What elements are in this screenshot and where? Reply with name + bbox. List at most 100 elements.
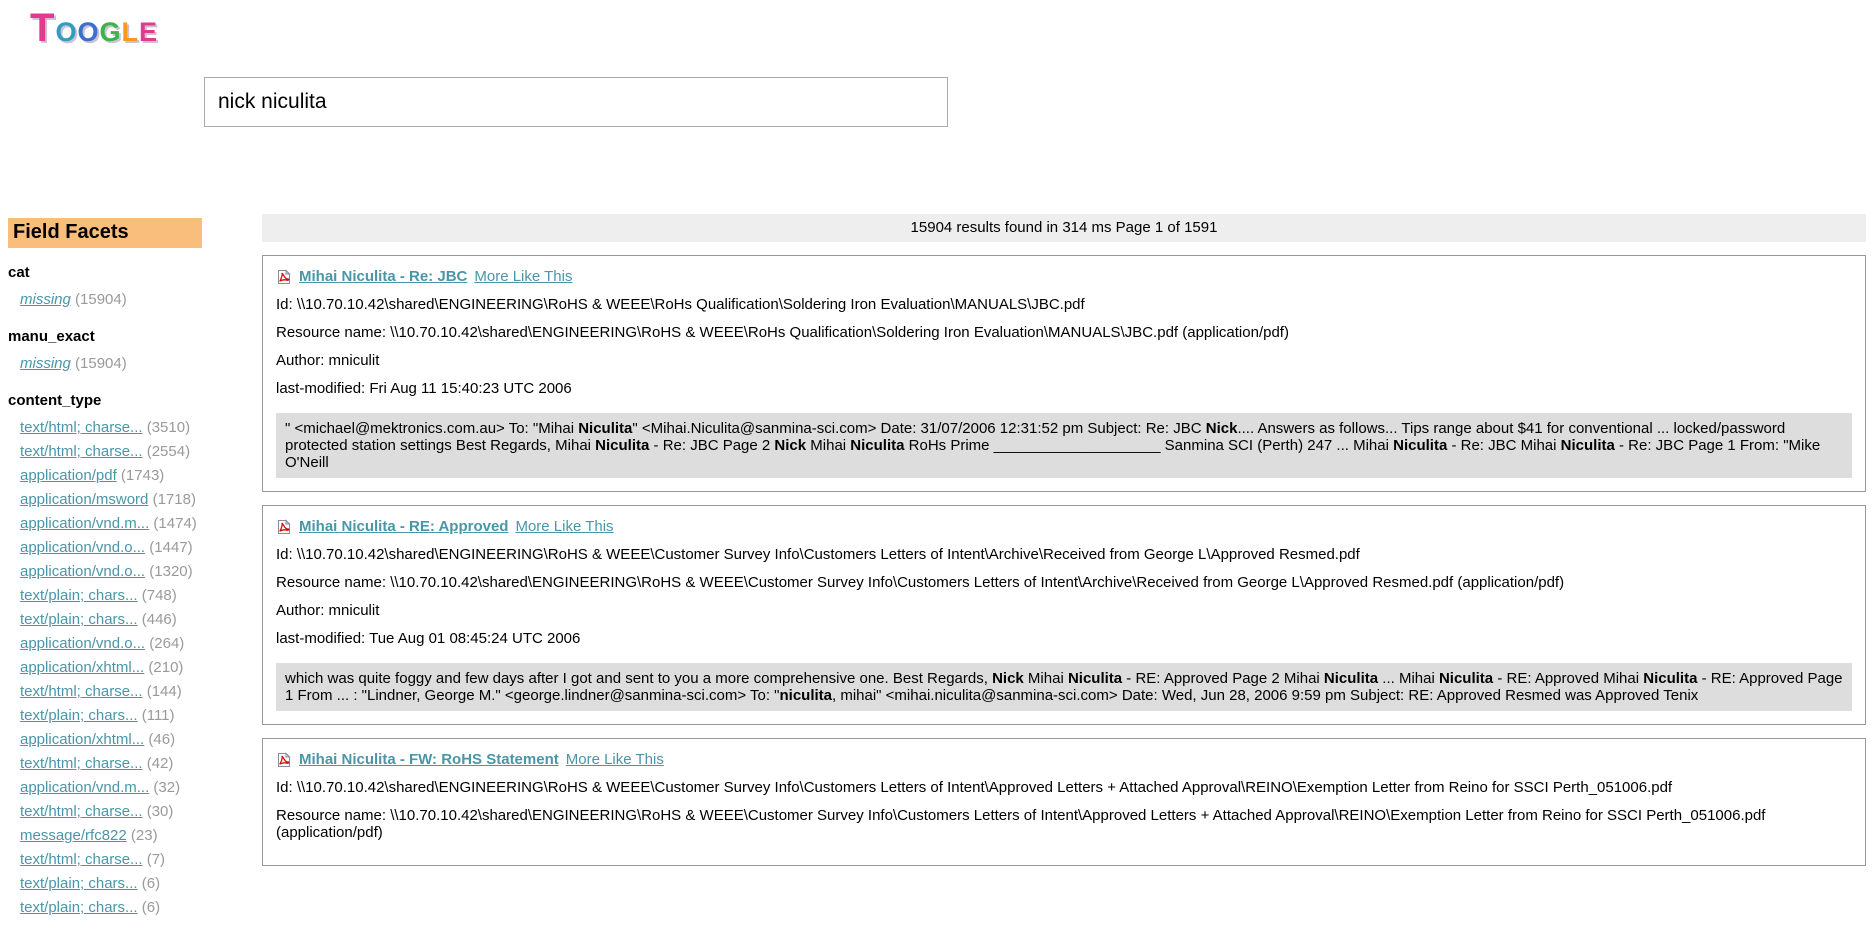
facet-link[interactable]: application/vnd.o... (20, 635, 145, 652)
facet-item: application/vnd.o... (1320) (20, 560, 204, 584)
facet-count: (264) (145, 635, 184, 652)
result-title-link[interactable]: Mihai Niculita - Re: JBC (299, 268, 467, 285)
facet-group-name: manu_exact (8, 328, 204, 345)
facet-link[interactable]: application/vnd.o... (20, 563, 145, 580)
facet-link[interactable]: text/plain; chars... (20, 611, 138, 628)
facet-link[interactable]: text/html; charse... (20, 683, 143, 700)
result-detail: Resource name: \\10.70.10.42\shared\ENGI… (276, 574, 1852, 591)
result-title-row: Mihai Niculita - Re: JBC More Like This (276, 268, 1852, 285)
facet-count: (30) (143, 803, 174, 820)
facet-count: (3510) (143, 419, 191, 436)
result-detail: Author: mniculit (276, 352, 1852, 369)
facet-item: text/plain; chars... (6) (20, 896, 204, 920)
toogle-logo[interactable]: TOOGLE (30, 6, 158, 59)
facet-count: (446) (138, 611, 177, 628)
facet-group-name: cat (8, 264, 204, 281)
facet-count: (1474) (149, 515, 197, 532)
facet-item: message/rfc822 (23) (20, 824, 204, 848)
search-result: Mihai Niculita - RE: Approved More Like … (262, 505, 1866, 725)
pdf-file-icon (276, 519, 292, 535)
facet-count: (1718) (148, 491, 196, 508)
facet-item: text/html; charse... (2554) (20, 440, 204, 464)
results-summary: 15904 results found in 314 ms Page 1 of … (262, 214, 1866, 242)
facet-group-name: content_type (8, 392, 204, 409)
facet-item: missing (15904) (20, 288, 204, 312)
facets-sidebar: Field Facets cat missing (15904) manu_ex… (8, 218, 204, 920)
facet-link[interactable]: text/html; charse... (20, 803, 143, 820)
facet-item: application/vnd.m... (32) (20, 776, 204, 800)
facet-count: (144) (143, 683, 182, 700)
facet-link[interactable]: application/xhtml... (20, 659, 144, 676)
result-details: Id: \\10.70.10.42\shared\ENGINEERING\RoH… (276, 779, 1852, 841)
logo-letter: O (55, 17, 77, 47)
result-detail: last-modified: Tue Aug 01 08:45:24 UTC 2… (276, 630, 1852, 647)
more-like-this-link[interactable]: More Like This (566, 751, 664, 768)
facet-link[interactable]: text/plain; chars... (20, 875, 138, 892)
facet-link[interactable]: text/html; charse... (20, 443, 143, 460)
facet-link[interactable]: application/vnd.m... (20, 515, 149, 532)
facet-item: text/plain; chars... (748) (20, 584, 204, 608)
facet-group: cat missing (15904) (8, 264, 204, 312)
facet-link[interactable]: missing (20, 291, 71, 308)
facet-items: missing (15904) (8, 288, 204, 312)
more-like-this-link[interactable]: More Like This (515, 518, 613, 535)
facet-link[interactable]: text/html; charse... (20, 755, 143, 772)
facet-count: (748) (138, 587, 177, 604)
facet-link[interactable]: text/plain; chars... (20, 899, 138, 916)
facet-link[interactable]: text/plain; chars... (20, 587, 138, 604)
facet-item: text/html; charse... (3510) (20, 416, 204, 440)
facet-link[interactable]: application/pdf (20, 467, 117, 484)
more-like-this-link[interactable]: More Like This (474, 268, 572, 285)
results-list: Mihai Niculita - Re: JBC More Like This … (262, 255, 1866, 866)
facet-count: (7) (143, 851, 166, 868)
pdf-file-icon (276, 752, 292, 768)
facet-count: (210) (144, 659, 183, 676)
result-detail: Id: \\10.70.10.42\shared\ENGINEERING\RoH… (276, 296, 1852, 313)
logo-letter: E (139, 17, 158, 47)
pdf-file-icon (276, 269, 292, 285)
facet-count: (111) (138, 707, 175, 724)
facet-item: application/vnd.o... (1447) (20, 536, 204, 560)
facet-items: missing (15904) (8, 352, 204, 376)
facet-item: text/plain; chars... (446) (20, 608, 204, 632)
facet-link[interactable]: text/plain; chars... (20, 707, 138, 724)
page: TOOGLE Field Facets cat missing (15904) … (0, 0, 1876, 938)
facet-link[interactable]: text/html; charse... (20, 851, 143, 868)
result-detail: last-modified: Fri Aug 11 15:40:23 UTC 2… (276, 380, 1852, 397)
search-input[interactable] (204, 77, 948, 127)
logo-letter: G (99, 17, 121, 47)
facet-link[interactable]: application/vnd.o... (20, 539, 145, 556)
facet-link[interactable]: message/rfc822 (20, 827, 127, 844)
facet-link[interactable]: text/html; charse... (20, 419, 143, 436)
result-detail: Id: \\10.70.10.42\shared\ENGINEERING\RoH… (276, 546, 1852, 563)
facet-item: text/html; charse... (7) (20, 848, 204, 872)
facet-count: (42) (143, 755, 174, 772)
logo-letter: T (30, 6, 55, 50)
facet-count: (1743) (117, 467, 165, 484)
facet-item: text/html; charse... (42) (20, 752, 204, 776)
facet-link[interactable]: missing (20, 355, 71, 372)
facet-count: (15904) (71, 291, 127, 308)
result-detail: Resource name: \\10.70.10.42\shared\ENGI… (276, 324, 1852, 341)
result-details: Id: \\10.70.10.42\shared\ENGINEERING\RoH… (276, 296, 1852, 397)
facet-count: (6) (138, 875, 161, 892)
result-title-link[interactable]: Mihai Niculita - FW: RoHS Statement (299, 751, 559, 768)
logo-letter: L (121, 17, 139, 47)
facet-group: manu_exact missing (15904) (8, 328, 204, 376)
result-title-row: Mihai Niculita - FW: RoHS Statement More… (276, 751, 1852, 768)
facet-item: application/xhtml... (210) (20, 656, 204, 680)
facet-item: text/html; charse... (144) (20, 680, 204, 704)
result-title-link[interactable]: Mihai Niculita - RE: Approved (299, 518, 508, 535)
facet-count: (23) (127, 827, 158, 844)
facet-count: (1320) (145, 563, 193, 580)
search-result: Mihai Niculita - Re: JBC More Like This … (262, 255, 1866, 492)
facet-count: (1447) (145, 539, 193, 556)
facet-item: application/vnd.o... (264) (20, 632, 204, 656)
result-snippet: which was quite foggy and few days after… (276, 663, 1852, 711)
facet-count: (15904) (71, 355, 127, 372)
facet-link[interactable]: application/vnd.m... (20, 779, 149, 796)
facet-link[interactable]: application/msword (20, 491, 148, 508)
facet-item: missing (15904) (20, 352, 204, 376)
facet-item: application/pdf (1743) (20, 464, 204, 488)
facet-link[interactable]: application/xhtml... (20, 731, 144, 748)
